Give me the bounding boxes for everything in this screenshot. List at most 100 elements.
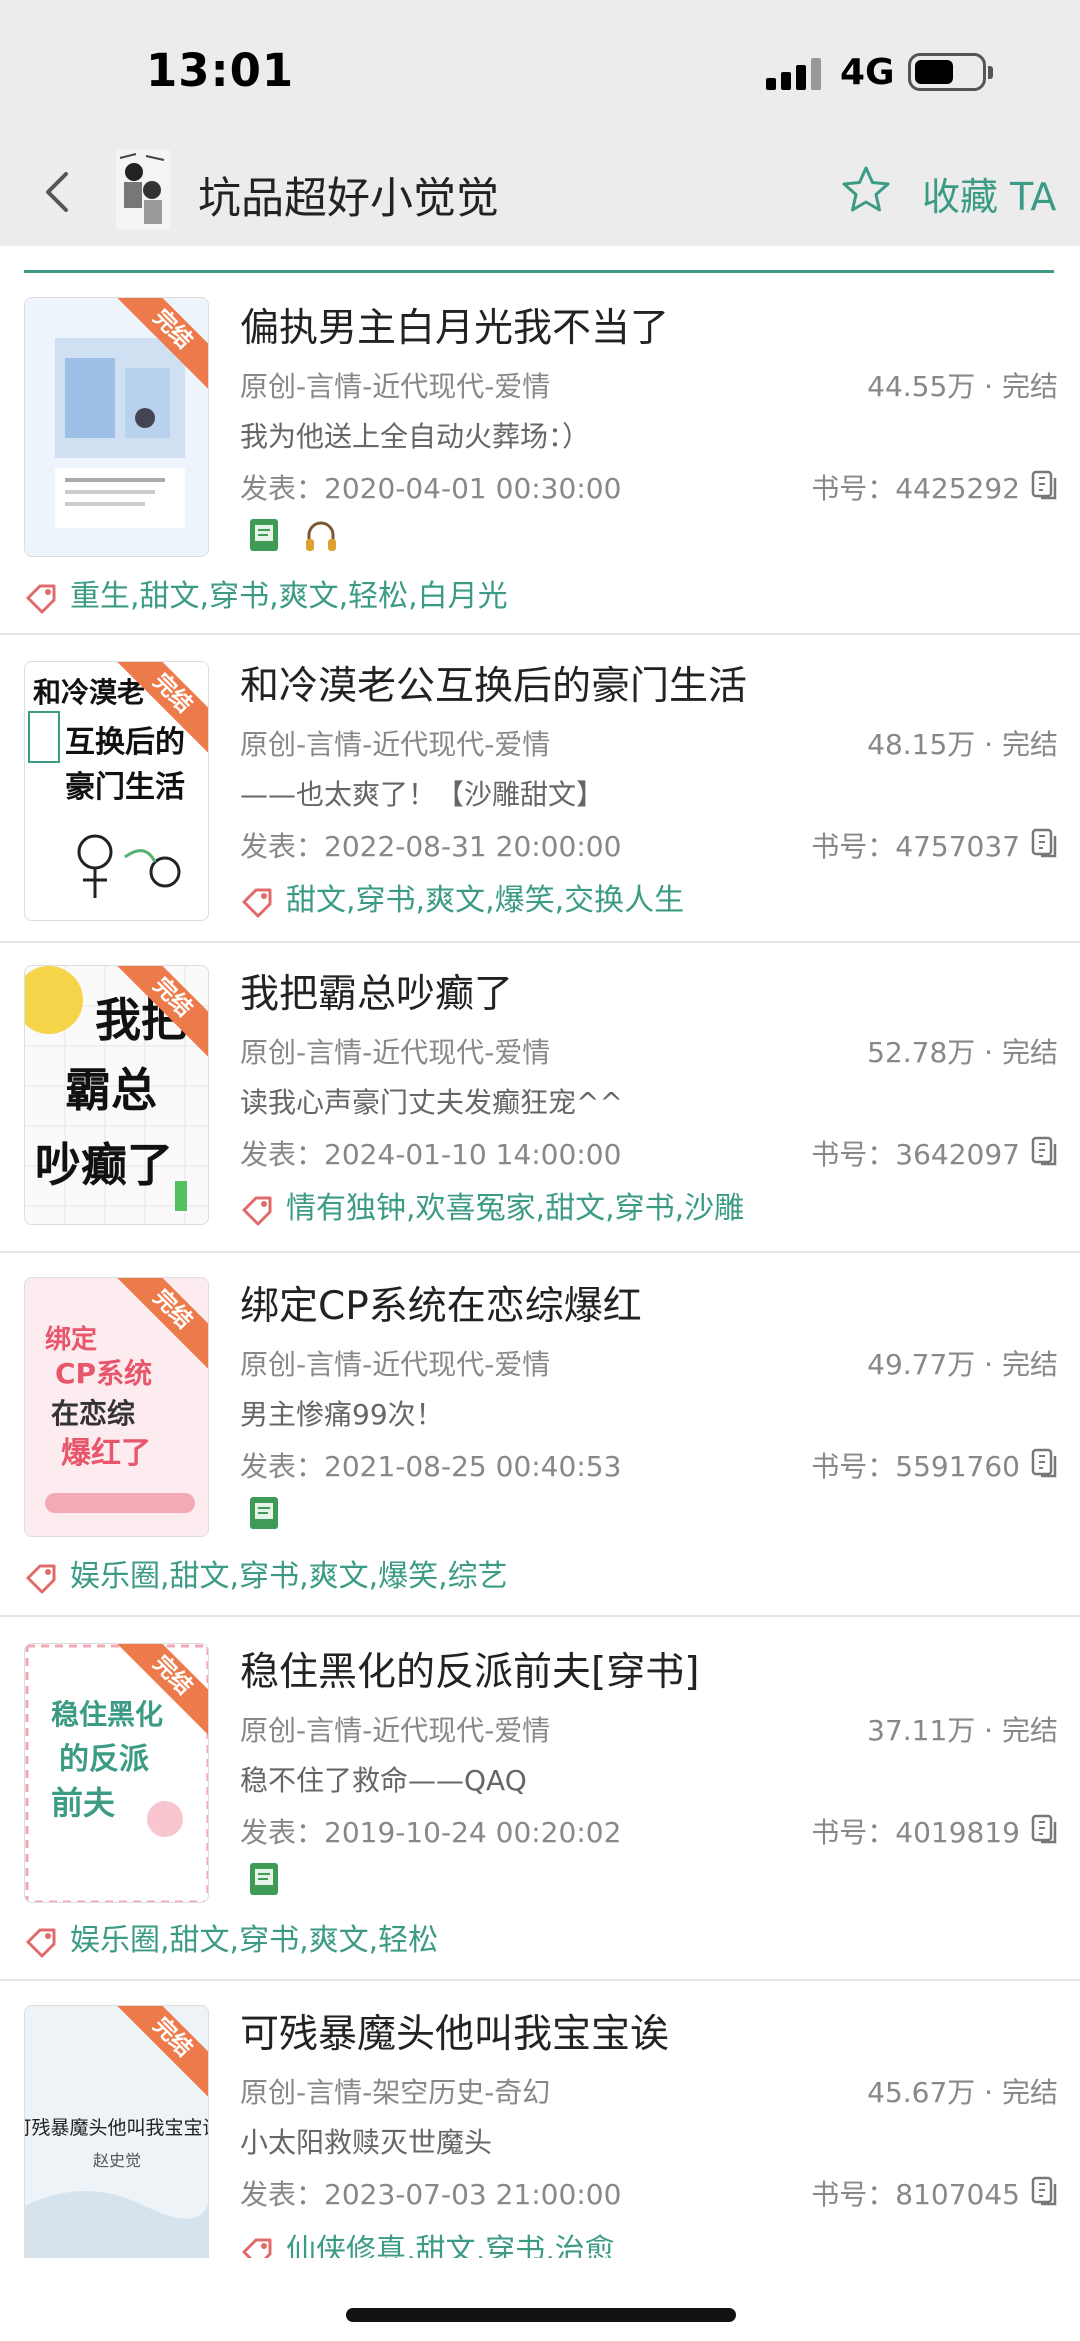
book-icon (246, 1495, 282, 1531)
star-icon[interactable] (840, 164, 892, 216)
book-genre: 原创-言情-近代现代-爱情 (240, 1036, 551, 1069)
publish-time: 发表：2021-08-25 00:40:53 (240, 1450, 622, 1483)
book-number: 书号：4019819 (811, 1816, 1020, 1849)
book-genre: 原创-言情-近代现代-爱情 (240, 1714, 551, 1747)
word-count-status: 44.55万 · 完结 (867, 370, 1058, 403)
copy-icon[interactable] (1030, 469, 1060, 501)
headphones-icon (303, 517, 339, 553)
publish-time: 发表：2023-07-03 21:00:00 (240, 2178, 622, 2211)
tag-list: 娱乐圈,甜文,穿书,爽文,爆笑,综艺 (24, 1551, 508, 1595)
book-number: 书号：8107045 (811, 2178, 1020, 2211)
book-card[interactable]: 和冷漠老 互换后的 豪门生活 完结 和冷漠老公互换后的豪门生活 原创-言情-近代… (0, 635, 1080, 943)
publish-time: 发表：2024-01-10 14:00:00 (240, 1138, 622, 1171)
word-count-status: 45.67万 · 完结 (867, 2076, 1058, 2109)
author-avatar[interactable] (116, 150, 170, 230)
book-genre: 原创-言情-近代现代-爱情 (240, 728, 551, 761)
favorite-button[interactable]: 收藏 TA (922, 166, 1056, 221)
book-cover[interactable]: 我把 霸总 吵癫了 完结 (24, 965, 209, 1225)
page-title: 坑品超好小觉觉 (198, 174, 499, 224)
tags-text[interactable]: 娱乐圈,甜文,穿书,爽文,轻松 (70, 1923, 438, 1958)
tag-list: 情有独钟,欢喜冤家,甜文,穿书,沙雕 (240, 1183, 744, 1227)
book-card[interactable]: 我把 霸总 吵癫了 完结 我把霸总吵癫了 原创-言情-近代现代-爱情 52.78… (0, 943, 1080, 1253)
tags-text[interactable]: 仙侠修真,甜文,穿书,治愈 (286, 2233, 615, 2258)
tag-list: 娱乐圈,甜文,穿书,爽文,轻松 (24, 1915, 438, 1959)
chevron-left-icon (46, 172, 68, 212)
svg-text:在恋综: 在恋综 (51, 1397, 135, 1430)
book-number: 书号：4425292 (811, 472, 1020, 505)
book-number: 书号：5591760 (811, 1450, 1020, 1483)
book-cover[interactable]: 完结 (24, 297, 209, 557)
tags-text[interactable]: 甜文,穿书,爽文,爆笑,交换人生 (286, 883, 684, 918)
book-card[interactable]: 稳住黑化 的反派 前夫 完结 稳住黑化的反派前夫[穿书] 原创-言情-近代现代-… (0, 1617, 1080, 1981)
header-bar: 坑品超好小觉觉 收藏 TA (0, 140, 1080, 246)
tags-text[interactable]: 娱乐圈,甜文,穿书,爽文,爆笑,综艺 (70, 1559, 508, 1594)
book-title[interactable]: 可残暴魔头他叫我宝宝诶 (240, 2003, 669, 2059)
book-card[interactable]: 完结 偏执男主白月光我不当了 原创-言情-近代现代-爱情 44.55万 · 完结… (0, 273, 1080, 635)
word-count-status: 48.15万 · 完结 (867, 728, 1058, 761)
tag-icon (24, 582, 58, 614)
book-description: 我为他送上全自动火葬场：） (240, 420, 591, 453)
book-title[interactable]: 和冷漠老公互换后的豪门生活 (240, 655, 747, 711)
svg-text:吵癫了: 吵癫了 (35, 1138, 173, 1192)
tag-icon (240, 2236, 274, 2258)
tag-icon (240, 1194, 274, 1226)
tags-text[interactable]: 情有独钟,欢喜冤家,甜文,穿书,沙雕 (286, 1191, 744, 1226)
svg-text:前夫: 前夫 (51, 1784, 116, 1822)
book-cover[interactable]: 和冷漠老 互换后的 豪门生活 完结 (24, 661, 209, 921)
book-genre: 原创-言情-架空历史-奇幻 (240, 2076, 551, 2109)
svg-text:和冷漠老: 和冷漠老 (33, 676, 145, 709)
tag-icon (24, 1562, 58, 1594)
back-button[interactable] (32, 162, 88, 222)
book-description: 读我心声豪门丈夫发癫狂宠^^ (240, 1086, 623, 1119)
tag-list: 仙侠修真,甜文,穿书,治愈 (240, 2225, 615, 2258)
book-description: 男主惨痛99次！ (240, 1398, 444, 1431)
signal-icon (766, 58, 824, 90)
book-title[interactable]: 我把霸总吵癫了 (240, 963, 513, 1019)
book-card[interactable]: 可残暴魔头他叫我宝宝诶 赵史觉 完结 可残暴魔头他叫我宝宝诶 原创-言情-架空历… (0, 1981, 1080, 2258)
book-description: 小太阳救赎灭世魔头 (240, 2126, 493, 2159)
book-card[interactable]: 绑定 CP系统 在恋综 爆红了 完结 绑定CP系统在恋综爆红 原创-言情-近代现… (0, 1253, 1080, 1617)
book-description: 稳不住了救命——QAQ (240, 1764, 527, 1797)
copy-icon[interactable] (1030, 2175, 1060, 2207)
book-icon (246, 517, 282, 553)
publish-time: 发表：2019-10-24 00:20:02 (240, 1816, 622, 1849)
book-cover[interactable]: 绑定 CP系统 在恋综 爆红了 完结 (24, 1277, 209, 1537)
badge-row (246, 517, 355, 557)
publish-time: 发表：2022-08-31 20:00:00 (240, 830, 622, 863)
tag-list: 重生,甜文,穿书,爽文,轻松,白月光 (24, 571, 508, 615)
svg-text:的反派: 的反派 (59, 1742, 149, 1777)
cover-title: 可残暴魔头他叫我宝宝诶 (25, 2117, 209, 2139)
tag-icon (24, 1926, 58, 1958)
cover-author: 赵史觉 (93, 2151, 141, 2170)
copy-icon[interactable] (1030, 1813, 1060, 1845)
book-title[interactable]: 偏执男主白月光我不当了 (240, 297, 669, 353)
copy-icon[interactable] (1030, 827, 1060, 859)
book-icon (246, 1861, 282, 1897)
battery-icon (908, 53, 993, 91)
home-indicator[interactable] (346, 2308, 736, 2322)
publish-time: 发表：2020-04-01 00:30:00 (240, 472, 622, 505)
tags-text[interactable]: 重生,甜文,穿书,爽文,轻松,白月光 (70, 579, 508, 614)
status-time: 13:01 (146, 44, 295, 97)
status-bar: 13:01 4G (0, 0, 1080, 140)
book-title[interactable]: 稳住黑化的反派前夫[穿书] (240, 1641, 699, 1697)
book-title[interactable]: 绑定CP系统在恋综爆红 (240, 1275, 642, 1331)
book-number: 书号：3642097 (811, 1138, 1020, 1171)
book-list: 完结 偏执男主白月光我不当了 原创-言情-近代现代-爱情 44.55万 · 完结… (0, 273, 1080, 2258)
book-genre: 原创-言情-近代现代-爱情 (240, 1348, 551, 1381)
book-cover[interactable]: 可残暴魔头他叫我宝宝诶 赵史觉 完结 (24, 2005, 209, 2258)
svg-text:互换后的: 互换后的 (65, 725, 185, 760)
word-count-status: 52.78万 · 完结 (867, 1036, 1058, 1069)
network-label: 4G (840, 52, 895, 93)
svg-text:爆红了: 爆红了 (61, 1436, 151, 1471)
word-count-status: 49.77万 · 完结 (867, 1348, 1058, 1381)
book-cover[interactable]: 稳住黑化 的反派 前夫 完结 (24, 1643, 209, 1903)
book-genre: 原创-言情-近代现代-爱情 (240, 370, 551, 403)
badge-row (246, 1861, 298, 1901)
svg-text:豪门生活: 豪门生活 (65, 770, 185, 805)
tag-icon (240, 886, 274, 918)
copy-icon[interactable] (1030, 1447, 1060, 1479)
copy-icon[interactable] (1030, 1135, 1060, 1167)
svg-text:绑定: 绑定 (45, 1324, 97, 1355)
tag-list: 甜文,穿书,爽文,爆笑,交换人生 (240, 875, 684, 919)
